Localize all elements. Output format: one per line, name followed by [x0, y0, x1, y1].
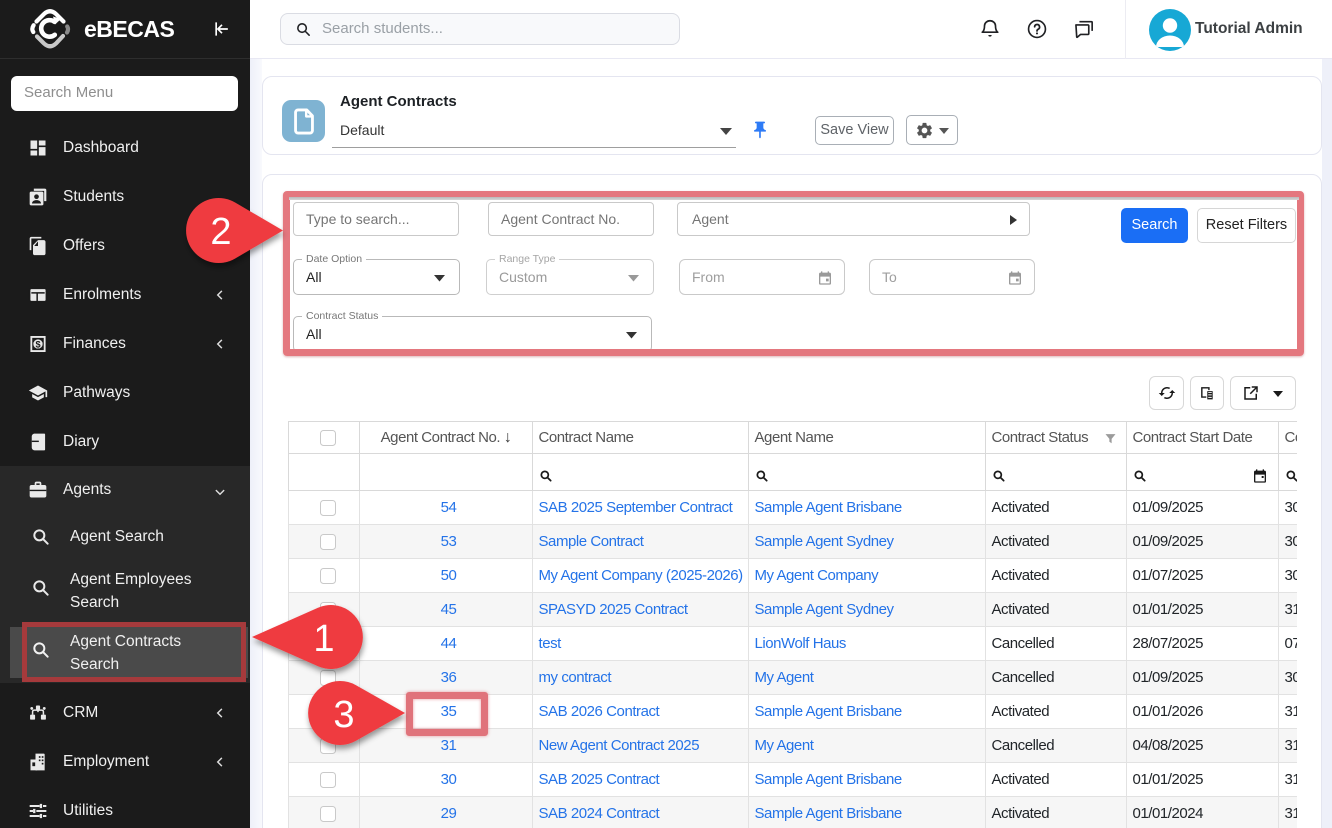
- svg-text:$: $: [35, 339, 40, 349]
